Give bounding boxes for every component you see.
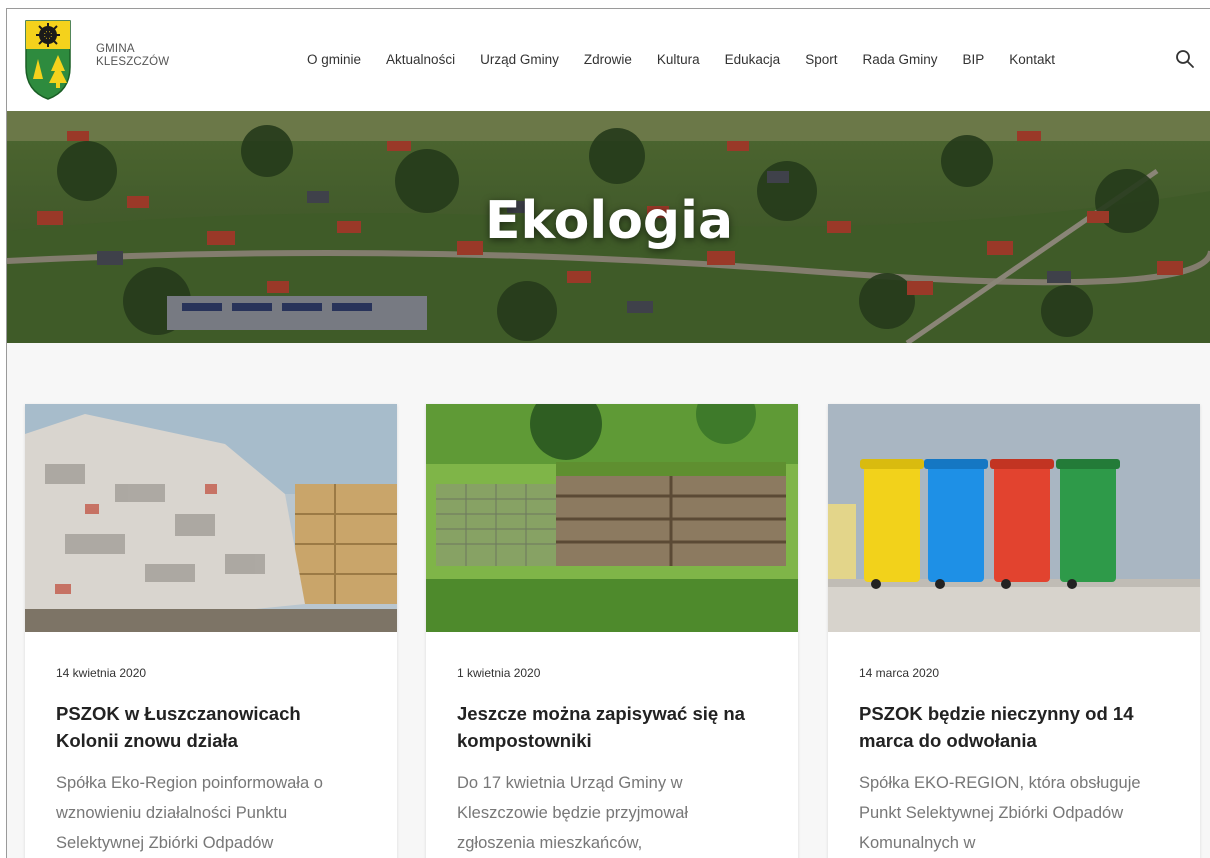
post-image-recycling-bins[interactable] (828, 404, 1200, 632)
nav-item-sport[interactable]: Sport (805, 52, 837, 67)
nav-item-rada-gminy[interactable]: Rada Gminy (862, 52, 937, 67)
post-excerpt: Spółka Eko-Region poinformowała o wznowi… (56, 774, 323, 852)
nav-item-urzad-gminy[interactable]: Urząd Gminy (480, 52, 559, 67)
search-icon (1176, 50, 1194, 68)
post-date: 14 marca 2020 (859, 666, 940, 680)
post-image-waste-bales[interactable] (25, 404, 397, 632)
nav-item-kultura[interactable]: Kultura (657, 52, 700, 67)
site-header: GMINA KLESZCZÓW O gminie Aktualności Urz… (7, 9, 1210, 111)
browser-viewport: GMINA KLESZCZÓW O gminie Aktualności Urz… (6, 8, 1210, 858)
hero-banner: Ekologia (7, 111, 1210, 343)
brand-line-1: GMINA (96, 43, 135, 55)
nav-item-edukacja[interactable]: Edukacja (725, 52, 781, 67)
post-image-compost-bins[interactable] (426, 404, 798, 632)
brand-name[interactable]: GMINA KLESZCZÓW (96, 43, 169, 69)
post-title[interactable]: Jeszcze można zapisywać się na kompostow… (457, 700, 767, 754)
post-title[interactable]: PSZOK będzie nieczynny od 14 marca do od… (859, 700, 1169, 754)
coat-of-arms-logo[interactable] (24, 19, 72, 101)
post-date: 1 kwietnia 2020 (457, 666, 541, 680)
nav-item-aktualnosci[interactable]: Aktualności (386, 52, 455, 67)
main-navigation: O gminie Aktualności Urząd Gminy Zdrowie… (307, 49, 1080, 69)
search-button[interactable] (1175, 49, 1195, 69)
nav-item-kontakt[interactable]: Kontakt (1009, 52, 1055, 67)
brand-line-2: KLESZCZÓW (96, 56, 170, 68)
nav-item-zdrowie[interactable]: Zdrowie (584, 52, 632, 67)
nav-item-bip[interactable]: BIP (963, 52, 985, 67)
post-card[interactable]: 14 marca 2020 PSZOK będzie nieczynny od … (828, 404, 1200, 858)
post-card[interactable]: 1 kwietnia 2020 Jeszcze można zapisywać … (426, 404, 798, 858)
post-card[interactable]: 14 kwietnia 2020 PSZOK w Łuszczanowicach… (25, 404, 397, 858)
post-excerpt: Spółka EKO-REGION, która obsługuje Punkt… (859, 774, 1141, 852)
nav-item-o-gminie[interactable]: O gminie (307, 52, 361, 67)
post-excerpt: Do 17 kwietnia Urząd Gminy w Kleszczowie… (457, 774, 689, 852)
post-date: 14 kwietnia 2020 (56, 666, 147, 680)
post-title[interactable]: PSZOK w Łuszczanowicach Kolonii znowu dz… (56, 700, 366, 754)
page-title: Ekologia (484, 191, 734, 251)
